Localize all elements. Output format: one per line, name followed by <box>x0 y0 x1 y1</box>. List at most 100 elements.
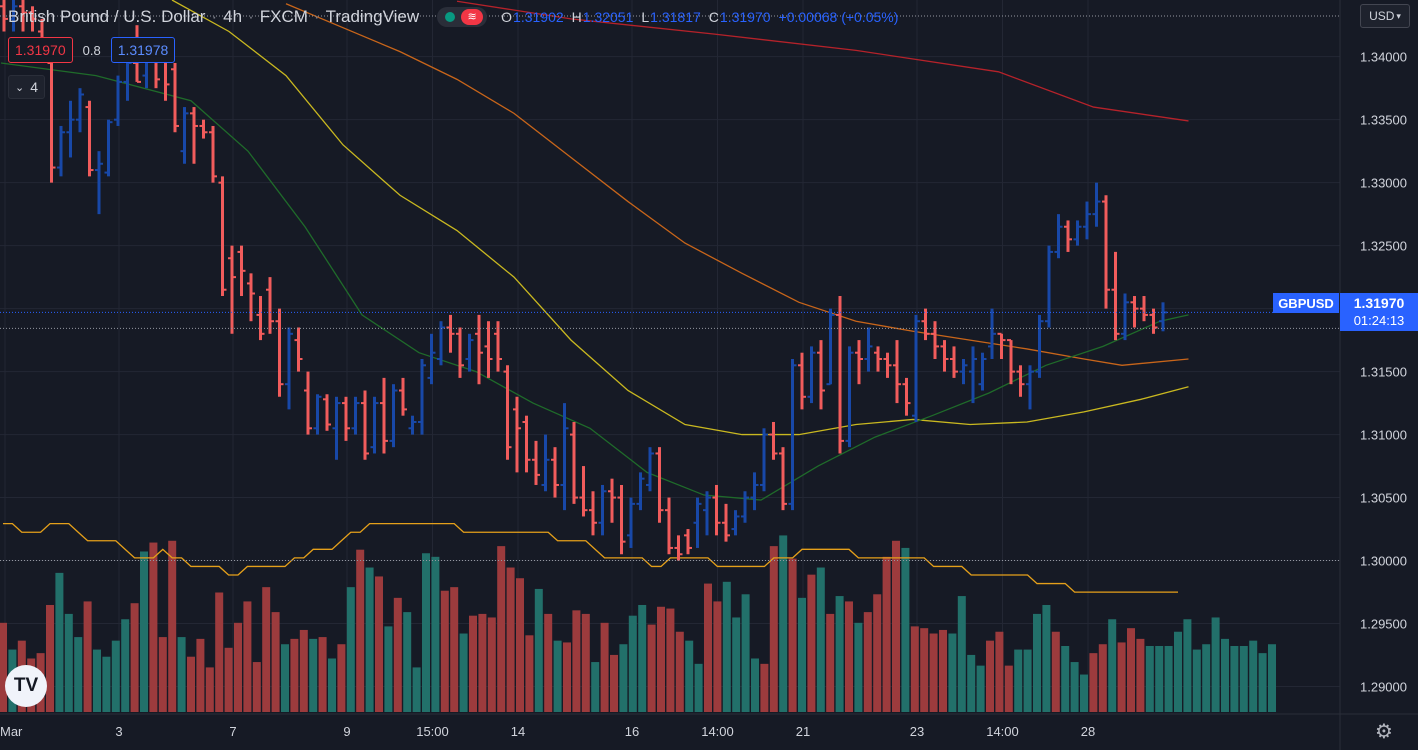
gear-icon[interactable]: ⚙ <box>1372 719 1396 743</box>
volume-bar <box>788 558 797 712</box>
time-axis[interactable]: Mar 3 7 9 15:00 14 16 14:00 21 23 14:00 28 <box>0 713 1418 739</box>
separator-dot: · <box>313 7 320 26</box>
ohlc-bar <box>997 332 1006 359</box>
tradingview-logo-icon[interactable]: TV <box>5 665 47 707</box>
volume-bar <box>1033 613 1041 712</box>
volume-bar <box>55 572 64 712</box>
volume-bar <box>610 654 618 712</box>
price-axis[interactable]: 1.340001.335001.330001.325001.320001.315… <box>1339 0 1407 750</box>
volume-bar <box>1080 674 1088 712</box>
volume-bar <box>1174 631 1182 712</box>
volume-bar <box>939 629 947 712</box>
separator-dot: · <box>211 7 218 26</box>
ohlc-bar <box>617 484 626 555</box>
price-tick-label: 1.30500 <box>1360 491 1407 506</box>
time-tick-label: 23 <box>910 724 924 739</box>
volume-bar <box>1183 619 1192 712</box>
ohlc-bar <box>237 245 246 297</box>
volume-bar <box>1258 653 1267 712</box>
market-status[interactable]: ≋ <box>437 7 488 27</box>
volume-bar <box>600 622 609 712</box>
ohlc-bar <box>285 327 293 410</box>
indicator-count: 4 <box>30 79 39 95</box>
volume-ma-line <box>3 523 1178 593</box>
ohlc-bars <box>0 0 1167 561</box>
ohlc-bar <box>693 497 702 548</box>
price-tick-label: 1.33500 <box>1360 113 1407 128</box>
volume-bar <box>375 576 383 712</box>
volume-bar <box>478 613 487 712</box>
ohlc-bar <box>104 119 113 177</box>
volume-bar <box>694 663 703 712</box>
volume-bar <box>337 644 346 712</box>
volume-bar <box>205 667 214 712</box>
volume-bar <box>798 597 806 712</box>
price-chart[interactable]: 1.340001.335001.330001.325001.320001.315… <box>0 0 1418 750</box>
volume-bar <box>234 622 242 712</box>
currency-selector[interactable]: USD ▾ <box>1360 4 1410 28</box>
volume-bar <box>591 662 600 712</box>
ohlc-bar <box>1159 302 1167 332</box>
volume-bar <box>252 662 261 712</box>
volume-bar <box>845 601 853 712</box>
volume-bar <box>356 549 365 712</box>
bar-countdown: 01:24:13 <box>1353 313 1405 328</box>
interval-label[interactable]: 4h <box>223 7 242 27</box>
price-tick-label: 1.29500 <box>1360 617 1407 632</box>
time-tick-label: 14 <box>511 724 525 739</box>
ohlc-bar <box>66 100 75 158</box>
volume-bar <box>722 581 731 712</box>
time-tick-label: 3 <box>115 724 122 739</box>
ohlc-bar <box>1054 214 1063 259</box>
buy-button[interactable]: 1.31978 <box>110 37 176 63</box>
volume-bar <box>1089 653 1098 712</box>
volume-bar <box>948 633 957 712</box>
ohlc-bar <box>598 484 607 536</box>
ohlc-bar <box>503 365 512 460</box>
volume-bar <box>525 635 534 712</box>
volume-bar <box>544 613 553 712</box>
volume-bar <box>224 647 233 712</box>
volume-bar <box>563 642 571 712</box>
time-tick-label: 7 <box>229 724 236 739</box>
volume-bar <box>741 594 750 712</box>
ohlc-bar <box>1092 182 1101 227</box>
volume-bar <box>243 601 252 712</box>
ohlc-bar <box>1149 308 1158 334</box>
volume-bar <box>271 612 280 712</box>
volume-bar <box>459 633 468 712</box>
indicators-toggle-button[interactable]: ⌄ 4 <box>8 75 46 99</box>
close-key: C <box>708 9 719 25</box>
sell-button[interactable]: 1.31970 <box>8 37 73 63</box>
volume-bars <box>0 523 1276 712</box>
volume-bar <box>713 601 722 712</box>
ohlc-bar <box>399 377 407 416</box>
time-tick-label: 9 <box>343 724 350 739</box>
moving-averages <box>0 0 1189 501</box>
volume-bar <box>704 583 712 712</box>
volume-bar <box>64 613 73 712</box>
volume-bar <box>318 637 327 712</box>
ohlc-bar <box>741 491 749 523</box>
volume-bar <box>675 631 684 712</box>
volume-bar <box>581 613 590 712</box>
market-open-icon <box>445 12 456 22</box>
symbol-name[interactable]: British Pound / U.S. Dollar <box>8 7 205 27</box>
ohlc-bar <box>475 314 483 385</box>
ohlc-bar <box>408 415 417 435</box>
volume-bar <box>910 626 919 712</box>
ohlc-bar <box>646 447 654 492</box>
volume-bar <box>929 633 938 712</box>
ohlc-bar <box>209 125 217 183</box>
volume-bar <box>158 637 167 712</box>
ohlc-bar <box>845 346 854 448</box>
volume-bar <box>873 594 882 712</box>
time-tick-label: 15:00 <box>416 724 449 739</box>
ohlc-bar <box>779 447 787 511</box>
volume-bar <box>46 604 54 712</box>
volume-bar <box>619 644 628 712</box>
ohlc-bar <box>608 478 616 523</box>
low-key: L <box>641 9 650 25</box>
price-tick-label: 1.31000 <box>1360 428 1407 443</box>
ohlc-bar <box>655 447 664 523</box>
